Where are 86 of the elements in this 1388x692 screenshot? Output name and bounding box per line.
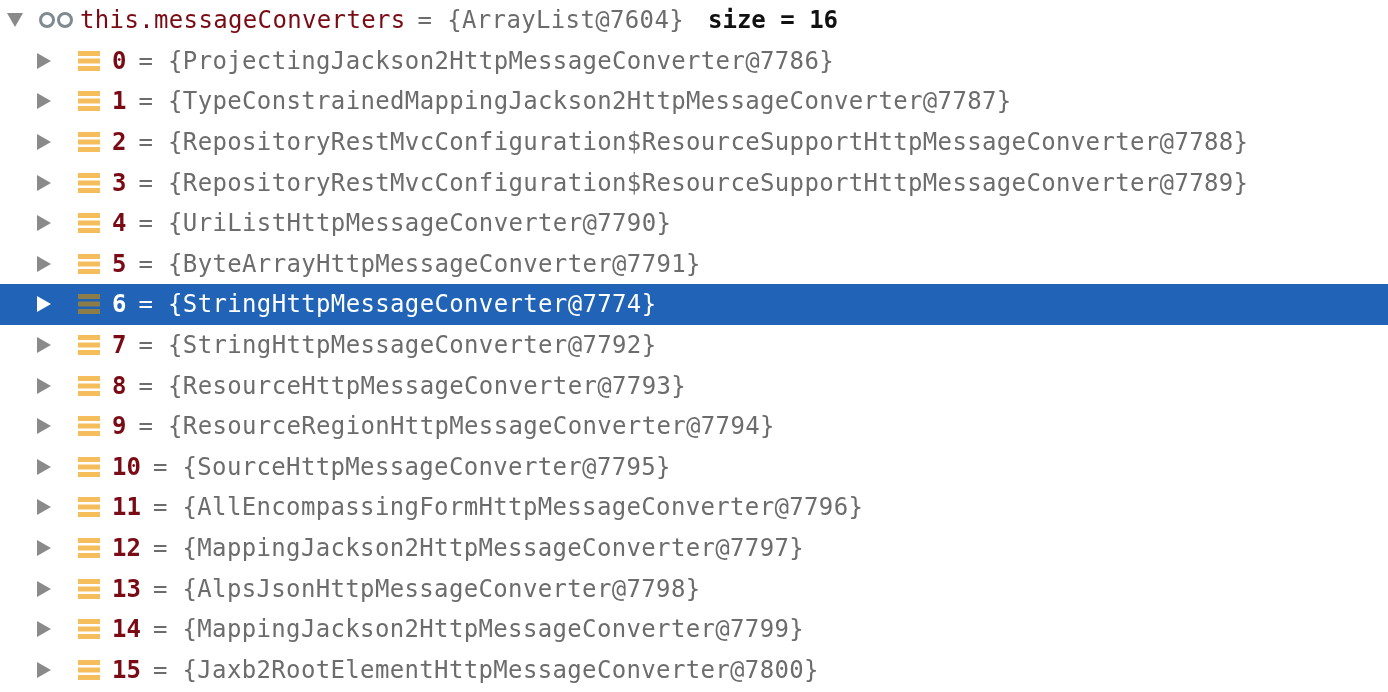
item-index: 15 xyxy=(112,655,141,684)
glasses-icon xyxy=(38,12,74,29)
variable-value: = {ArrayList@7604} xyxy=(417,6,684,35)
size-label: size = 16 xyxy=(708,6,839,35)
item-index: 13 xyxy=(112,574,141,603)
expand-arrow-icon[interactable] xyxy=(36,376,52,395)
tree-row[interactable]: 8 = {ResourceHttpMessageConverter@7793} xyxy=(0,365,1388,406)
list-icon xyxy=(78,131,100,154)
item-value: = {UriListHttpMessageConverter@7790} xyxy=(138,209,672,238)
item-index: 12 xyxy=(112,534,141,562)
expand-arrow-icon[interactable] xyxy=(36,457,52,476)
tree-row[interactable]: 7 = {StringHttpMessageConverter@7792} xyxy=(0,324,1388,366)
expand-arrow-icon[interactable] xyxy=(36,417,52,436)
expand-arrow-icon[interactable] xyxy=(36,620,52,639)
item-index: 7 xyxy=(112,331,127,360)
expand-arrow-icon[interactable] xyxy=(36,579,52,598)
tree-row[interactable]: 1 = {TypeConstrainedMappingJackson2HttpMessageConverter@7787} xyxy=(0,81,1388,122)
item-index: 9 xyxy=(112,412,127,441)
list-icon xyxy=(78,455,100,478)
variable-name: this.messageConverters xyxy=(80,6,406,35)
item-value: = {Jaxb2RootElementHttpMessageConverter@7800} xyxy=(152,655,819,684)
collapse-arrow-icon[interactable] xyxy=(6,12,24,29)
tree-row[interactable]: 13 = {AlpsJsonHttpMessageConverter@7798} xyxy=(0,568,1388,609)
list-icon xyxy=(78,658,100,681)
item-index: 14 xyxy=(112,615,141,644)
item-index: 5 xyxy=(112,249,127,278)
expand-arrow-icon[interactable] xyxy=(36,214,52,233)
list-icon xyxy=(78,334,100,357)
item-value: = {RepositoryRestMvcConfiguration$ResourceSupportHttpMessageConverter@7789} xyxy=(138,168,1249,197)
expand-arrow-icon[interactable] xyxy=(36,295,52,314)
expand-arrow-icon[interactable] xyxy=(36,660,52,679)
tree-row[interactable]: 10 = {SourceHttpMessageConverter@7795} xyxy=(0,446,1388,488)
item-value: = {AllEncompassingFormHttpMessageConverter@7796} xyxy=(152,493,864,522)
list-icon xyxy=(78,496,100,519)
tree-row[interactable]: 12 = {MappingJackson2HttpMessageConverter@7797} xyxy=(0,527,1388,569)
item-index: 4 xyxy=(112,209,127,238)
tree-row[interactable]: 2 = {RepositoryRestMvcConfiguration$ResourceSupportHttpMessageConverter@7788} xyxy=(0,121,1388,163)
item-value: = {MappingJackson2HttpMessageConverter@7799} xyxy=(152,615,805,644)
list-icon xyxy=(78,49,100,72)
item-index: 3 xyxy=(112,168,127,197)
item-index: 1 xyxy=(112,87,127,116)
item-value: = {StringHttpMessageConverter@7792} xyxy=(138,331,657,360)
expand-arrow-icon[interactable] xyxy=(36,254,52,273)
tree-row[interactable]: 9 = {ResourceRegionHttpMessageConverter@7794} xyxy=(0,405,1388,447)
list-icon xyxy=(78,171,100,194)
item-value: = {RepositoryRestMvcConfiguration$ResourceSupportHttpMessageConverter@7788} xyxy=(138,128,1249,157)
list-icon xyxy=(78,374,100,397)
expand-arrow-icon[interactable] xyxy=(36,92,52,111)
item-value: = {TypeConstrainedMappingJackson2HttpMessageConverter@7787} xyxy=(138,87,1012,116)
expand-arrow-icon[interactable] xyxy=(36,539,52,557)
item-value: = {ResourceHttpMessageConverter@7793} xyxy=(138,371,687,400)
list-icon xyxy=(78,212,100,235)
expand-arrow-icon[interactable] xyxy=(36,173,52,192)
item-index: 6 xyxy=(112,290,127,319)
tree-row[interactable]: 4 = {UriListHttpMessageConverter@7790} xyxy=(0,202,1388,244)
tree-row[interactable]: 14 = {MappingJackson2HttpMessageConverter@7799} xyxy=(0,608,1388,650)
list-icon xyxy=(78,90,100,113)
item-index: 11 xyxy=(112,493,141,522)
tree-row[interactable]: 6 = {StringHttpMessageConverter@7774} xyxy=(0,284,1388,325)
item-value: = {ProjectingJackson2HttpMessageConverter@7786} xyxy=(138,46,835,75)
item-value: = {MappingJackson2HttpMessageConverter@7797} xyxy=(152,534,805,562)
list-icon xyxy=(78,252,100,275)
item-index: 10 xyxy=(112,452,141,481)
expand-arrow-icon[interactable] xyxy=(36,51,52,70)
expand-arrow-icon[interactable] xyxy=(36,133,52,152)
expand-arrow-icon[interactable] xyxy=(36,336,52,355)
list-icon xyxy=(78,577,100,600)
item-value: = {ResourceRegionHttpMessageConverter@7794} xyxy=(138,412,775,441)
tree-row[interactable]: 15 = {Jaxb2RootElementHttpMessageConverter@7800} xyxy=(0,649,1388,691)
item-value: = {SourceHttpMessageConverter@7795} xyxy=(152,452,671,481)
list-icon xyxy=(78,618,100,641)
expand-arrow-icon[interactable] xyxy=(36,498,52,517)
tree-row[interactable]: 11 = {AllEncompassingFormHttpMessageConverter@7796} xyxy=(0,487,1388,528)
tree-row[interactable]: 0 = {ProjectingJackson2HttpMessageConverter@7786} xyxy=(0,40,1388,82)
tree-row[interactable]: 3 = {RepositoryRestMvcConfiguration$ResourceSupportHttpMessageConverter@7789} xyxy=(0,162,1388,203)
item-value: = {StringHttpMessageConverter@7774} xyxy=(138,290,657,319)
item-index: 8 xyxy=(112,371,127,400)
item-value: = {AlpsJsonHttpMessageConverter@7798} xyxy=(152,574,701,603)
tree-row[interactable]: this.messageConverters = {ArrayList@7604} size = 16 xyxy=(0,0,1388,41)
item-index: 2 xyxy=(112,128,127,157)
list-icon xyxy=(78,293,100,316)
list-icon xyxy=(78,415,100,438)
tree-row[interactable]: 5 = {ByteArrayHttpMessageConverter@7791} xyxy=(0,243,1388,285)
list-icon xyxy=(78,537,100,559)
item-index: 0 xyxy=(112,46,127,75)
item-value: = {ByteArrayHttpMessageConverter@7791} xyxy=(138,249,701,278)
